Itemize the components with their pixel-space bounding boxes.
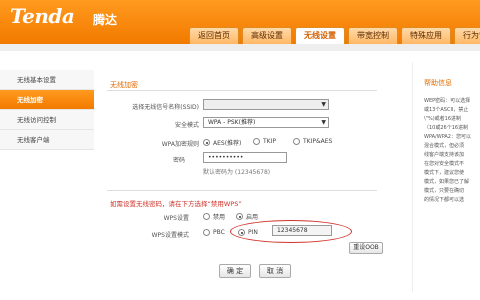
help-line: 模式下，建议您使 — [424, 170, 465, 176]
wps-label: WPS设置 — [163, 215, 189, 222]
chevron-down-icon: ▼ — [321, 101, 326, 108]
radio-button[interactable] — [293, 138, 300, 145]
password-field[interactable]: •••••••••• — [203, 152, 287, 163]
help-line: 的情况下都可以选 — [424, 197, 465, 203]
wpa-algo-label: WPA加密规则 — [161, 141, 199, 148]
sidebar-item-wireless-basic[interactable]: 无线基本设置 — [0, 70, 94, 90]
tab-advanced[interactable]: 高级设置 — [242, 27, 292, 44]
cancel-button[interactable]: 取 消 — [259, 264, 291, 278]
header-bar: Tenda 腾达 返回首页 高级设置 无线设置 带宽控制 特殊应用 行为管理 — [0, 0, 480, 44]
main-tabs: 返回首页 高级设置 无线设置 带宽控制 特殊应用 行为管理 — [189, 27, 480, 44]
wps-divider — [107, 190, 377, 191]
help-line: 或13个ASCII，禁止 — [424, 107, 469, 113]
radio-button[interactable] — [203, 213, 210, 220]
section-title: 无线加密 — [110, 81, 138, 89]
reset-oob-button[interactable]: 重设OOB — [349, 242, 383, 254]
default-password-hint: 默认密码为 (12345678) — [203, 169, 271, 176]
help-line: WPA/WPA2：您可以 — [424, 134, 471, 140]
help-line: 模式，只要在确切 — [424, 188, 465, 194]
help-panel: 帮助信息 WEP密码：可以选择 或13个ASCII，禁止 \"%)或者16进制 … — [412, 62, 480, 292]
main-panel: 无线加密 选择无线信号名称(SSID) ▼ 安全模式 WPA - PSK(推荐)… — [97, 62, 383, 292]
tab-home[interactable]: 返回首页 — [189, 27, 239, 44]
ssid-select[interactable]: ▼ — [203, 99, 329, 110]
wps-warning: 如需设置无线密码，请在下方选择“禁用WPS” — [110, 200, 242, 208]
tenda-logo: Tenda — [10, 4, 75, 28]
radio-button[interactable] — [203, 229, 210, 236]
sidebar-item-access-control[interactable]: 无线访问控制 — [0, 110, 94, 130]
radio-button[interactable] — [236, 213, 243, 220]
password-label: 密码 — [172, 157, 185, 164]
wps-mode-label: WPS设置模式 — [151, 232, 189, 239]
help-title: 帮助信息 — [424, 79, 452, 87]
highlight-ellipse — [230, 220, 352, 243]
algo-aes-option[interactable]: AES(推荐) — [203, 138, 241, 147]
help-line: 在您对安全模式不 — [424, 161, 465, 167]
algo-tkipaes-option[interactable]: TKIP&AES — [293, 138, 332, 145]
radio-button[interactable] — [253, 138, 260, 145]
chevron-down-icon: ▼ — [321, 119, 326, 126]
tab-behavior[interactable]: 行为管理 — [454, 27, 480, 44]
brand-name-cn: 腾达 — [93, 13, 118, 27]
section-divider — [107, 90, 377, 91]
tab-special-apps[interactable]: 特殊应用 — [401, 27, 451, 44]
help-line: 线客户端支持该加 — [424, 152, 465, 158]
tab-bandwidth[interactable]: 带宽控制 — [348, 27, 398, 44]
security-mode-select[interactable]: WPA - PSK(推荐) ▼ — [203, 117, 329, 128]
sidebar-item-wireless-security[interactable]: 无线加密 — [0, 90, 94, 110]
radio-button[interactable] — [203, 139, 210, 146]
sidebar-item-clients[interactable]: 无线客户端 — [0, 130, 94, 150]
algo-tkip-option[interactable]: TKIP — [253, 138, 276, 145]
help-line: 混合模式，但必须 — [424, 143, 465, 149]
help-line: WEP密码：可以选择 — [424, 98, 471, 104]
help-line: 模式，如果您已了解 — [424, 179, 470, 185]
header-strip — [0, 44, 480, 51]
sidebar: 无线基本设置 无线加密 无线访问控制 无线客户端 — [0, 70, 94, 150]
security-mode-label: 安全模式 — [174, 122, 199, 129]
help-line: （10或26个16进制 — [424, 125, 469, 131]
wps-disable-option[interactable]: 禁用 — [203, 212, 225, 221]
wps-enable-option[interactable]: 启用 — [236, 212, 258, 221]
ssid-label: 选择无线信号名称(SSID) — [132, 104, 199, 111]
wps-pbc-option[interactable]: PBC — [203, 229, 225, 236]
confirm-button[interactable]: 确 定 — [219, 264, 251, 278]
tab-wireless[interactable]: 无线设置 — [295, 27, 345, 44]
help-line: \"%)或者16进制 — [424, 116, 462, 122]
